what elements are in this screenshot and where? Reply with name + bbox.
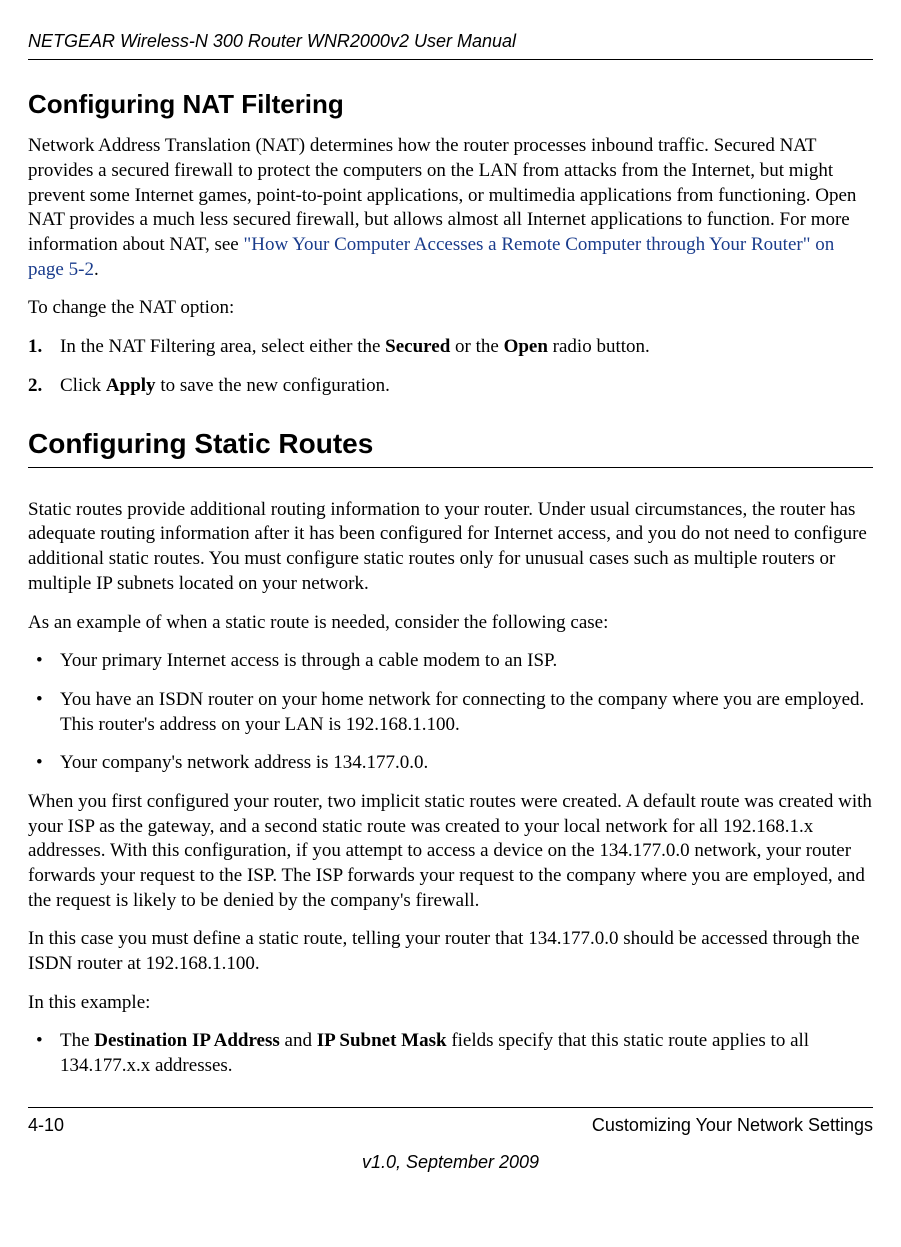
- list-item: The Destination IP Address and IP Subnet…: [28, 1029, 873, 1078]
- static-routes-define: In this case you must define a static ro…: [28, 927, 873, 976]
- step2-bold-apply: Apply: [106, 375, 156, 396]
- bullet4-text-1: The: [60, 1030, 94, 1051]
- static-routes-in-example: In this example:: [28, 991, 873, 1016]
- footer-rule: [28, 1107, 873, 1108]
- page-number: 4-10: [28, 1114, 64, 1137]
- bullet4-bold-subnet: IP Subnet Mask: [317, 1030, 447, 1051]
- static-routes-intro: Static routes provide additional routing…: [28, 498, 873, 597]
- section-underline: [28, 467, 873, 468]
- chapter-title: Customizing Your Network Settings: [592, 1114, 873, 1137]
- nat-change-intro: To change the NAT option:: [28, 296, 873, 321]
- static-route-fields-list: The Destination IP Address and IP Subnet…: [28, 1029, 873, 1078]
- static-routes-example-intro: As an example of when a static route is …: [28, 611, 873, 636]
- section-heading-static-routes: Configuring Static Routes: [28, 426, 873, 462]
- page-footer: 4-10 Customizing Your Network Settings v…: [28, 1107, 873, 1175]
- nat-intro-text-2: .: [94, 259, 99, 280]
- list-item: You have an ISDN router on your home net…: [28, 688, 873, 737]
- static-routes-explanation: When you first configured your router, t…: [28, 790, 873, 913]
- step1-text-1: In the NAT Filtering area, select either…: [60, 336, 385, 357]
- step1-text-2: or the: [450, 336, 503, 357]
- nat-steps-list: 1. In the NAT Filtering area, select eit…: [28, 335, 873, 398]
- nat-step-1: 1. In the NAT Filtering area, select eit…: [28, 335, 873, 360]
- nat-step-2: 2. Click Apply to save the new configura…: [28, 374, 873, 399]
- nat-intro-paragraph: Network Address Translation (NAT) determ…: [28, 134, 873, 282]
- static-route-example-list: Your primary Internet access is through …: [28, 649, 873, 776]
- section-heading-nat-filtering: Configuring NAT Filtering: [28, 88, 873, 122]
- step2-text-2: to save the new configuration.: [156, 375, 390, 396]
- step2-text-1: Click: [60, 375, 106, 396]
- list-item: Your company's network address is 134.17…: [28, 751, 873, 776]
- step-number: 2.: [28, 374, 42, 399]
- step1-bold-secured: Secured: [385, 336, 450, 357]
- bullet4-bold-dest-ip: Destination IP Address: [94, 1030, 279, 1051]
- step1-bold-open: Open: [504, 336, 548, 357]
- document-header-title: NETGEAR Wireless-N 300 Router WNR2000v2 …: [28, 30, 873, 53]
- footer-row: 4-10 Customizing Your Network Settings: [28, 1114, 873, 1137]
- step1-text-3: radio button.: [548, 336, 650, 357]
- list-item: Your primary Internet access is through …: [28, 649, 873, 674]
- step-number: 1.: [28, 335, 42, 360]
- header-rule: [28, 59, 873, 60]
- bullet4-text-2: and: [280, 1030, 317, 1051]
- document-version: v1.0, September 2009: [28, 1151, 873, 1174]
